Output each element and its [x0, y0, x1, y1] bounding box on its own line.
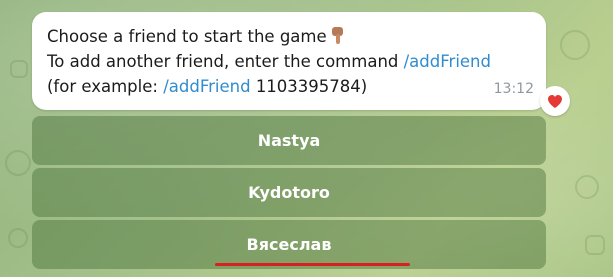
background-doodle: [5, 150, 31, 176]
message-text: 1103395784): [255, 77, 368, 96]
annotation-underline: [215, 263, 410, 266]
message-bubble: Choose a friend to start the game To add…: [32, 12, 546, 110]
background-doodle: [10, 60, 28, 78]
command-link[interactable]: /addFriend: [404, 52, 491, 71]
background-doodle: [560, 30, 590, 60]
keyboard-button-nastya[interactable]: Nastya: [32, 116, 546, 165]
message-text: Choose a friend to start the game: [47, 27, 327, 46]
message-line-2: To add another friend, enter the command…: [47, 49, 532, 74]
background-doodle: [8, 228, 28, 248]
reaction-badge[interactable]: [540, 86, 570, 116]
message-line-3: (for example: /addFriend 1103395784): [47, 74, 532, 99]
keyboard-button-kydotoro[interactable]: Kydotoro: [32, 168, 546, 217]
background-doodle: [585, 235, 605, 255]
message-time: 13:12: [493, 81, 534, 97]
message-text: (for example:: [47, 77, 158, 96]
keyboard-button-vyaseslav[interactable]: Вясеслав: [32, 220, 546, 269]
message-line-1: Choose a friend to start the game: [47, 24, 532, 49]
keyboard-button-label: Вясеслав: [246, 235, 332, 254]
keyboard-button-label: Kydotoro: [248, 183, 330, 202]
background-doodle: [575, 175, 599, 199]
message-text: To add another friend, enter the command: [47, 52, 399, 71]
pointing-down-hand-icon: [331, 27, 344, 45]
heart-icon: [548, 94, 562, 108]
command-link[interactable]: /addFriend: [163, 77, 250, 96]
keyboard-button-label: Nastya: [257, 131, 321, 150]
chat-background: Choose a friend to start the game To add…: [0, 0, 613, 277]
